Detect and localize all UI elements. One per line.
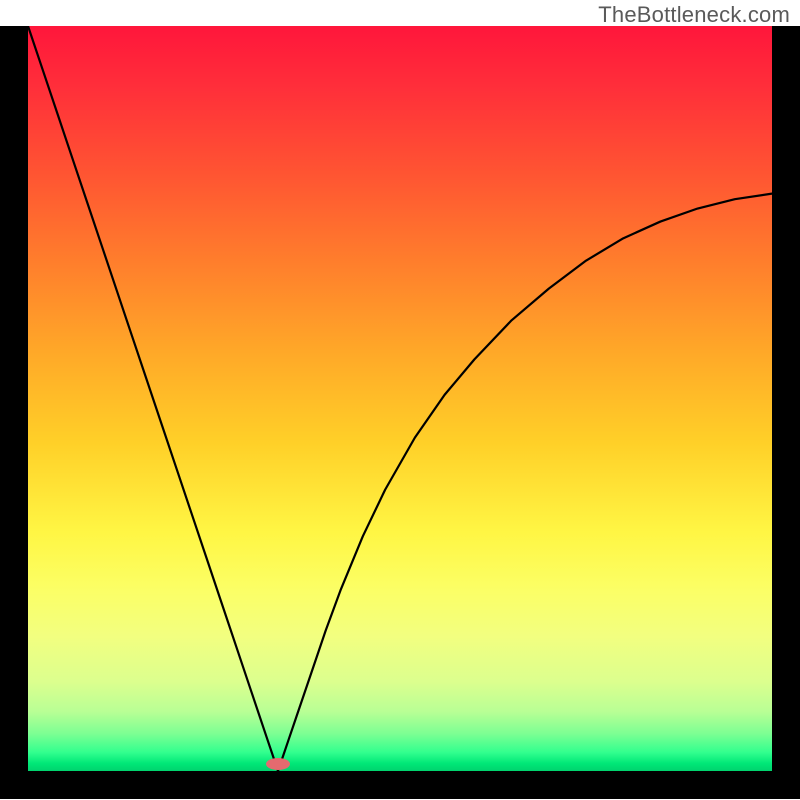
bottleneck-curve — [28, 26, 772, 771]
optimum-marker — [266, 758, 290, 770]
watermark-text: TheBottleneck.com — [598, 2, 790, 28]
chart-svg — [28, 26, 772, 771]
chart-plot-area — [28, 26, 772, 771]
chart-frame — [0, 26, 800, 799]
